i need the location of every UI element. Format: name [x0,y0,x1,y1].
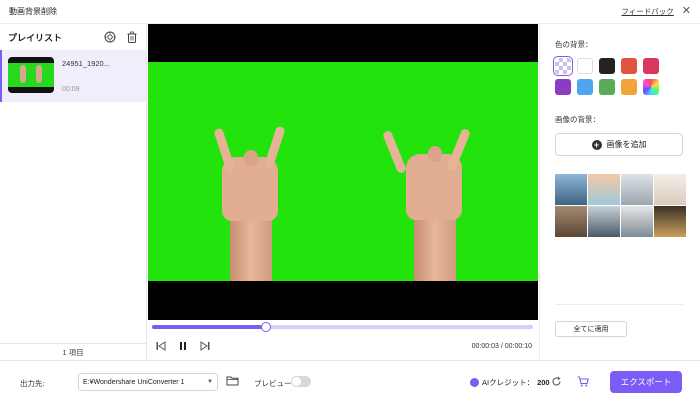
footer-bar: 出力先: E:¥Wondershare UniConverter 1 ▼ プレビ… [0,360,700,405]
next-frame-icon[interactable] [200,341,210,351]
video-preview[interactable] [148,24,538,320]
previous-frame-icon[interactable] [156,341,166,351]
background-image-modern-lobby[interactable] [621,206,653,237]
color-swatch[interactable] [599,58,615,74]
add-file-icon[interactable] [104,31,116,43]
color-swatch[interactable] [643,58,659,74]
time-display: 00:00:03 / 00:00:10 [472,343,532,350]
progress-fill [152,325,267,329]
color-swatch-grid [553,56,685,95]
pause-icon[interactable] [178,341,188,351]
green-screen-frame [148,62,538,281]
folder-icon[interactable] [226,375,239,386]
ai-credit-label: AIクレジット： [482,378,535,387]
background-image-grey-clouds[interactable] [621,174,653,205]
progress-track[interactable] [152,322,533,332]
ai-credit-display: AIクレジット： 200 [470,377,550,388]
color-swatch[interactable] [621,79,637,95]
title-bar: 動画背景削除 フィードバック ✕ [0,0,700,24]
delete-icon[interactable] [126,31,138,43]
add-image-button[interactable]: + 画像を追加 [555,133,683,156]
total-time: 00:00:10 [504,343,532,350]
ai-credit-icon [470,378,479,387]
color-background-label: 色の背景： [555,40,593,49]
playlist-title: プレイリスト [8,32,63,43]
background-image-beach-sunset[interactable] [588,174,620,205]
preview-toggle[interactable] [291,376,311,387]
transport-buttons [156,341,210,351]
feedback-link[interactable]: フィードバック [621,6,673,17]
panel-divider [555,304,683,305]
color-swatch[interactable] [599,79,615,95]
chevron-down-icon: ▼ [207,379,213,385]
background-settings-panel: 色の背景： 画像の背景： + 画像を追加 全てに適用 [539,24,700,360]
ai-credit-value: 200 [537,378,550,387]
video-duration: 00:09 [62,86,80,93]
close-icon[interactable]: ✕ [682,6,691,17]
current-time: 00:00:03 [471,343,499,350]
apply-to-all-button[interactable]: 全てに適用 [555,321,627,337]
color-swatch[interactable] [577,79,593,95]
video-file-name: 24951_1920... [62,59,110,68]
background-image-office-window[interactable] [588,206,620,237]
output-path-value: E:¥Wondershare UniConverter 1 [83,378,185,386]
playlist-header: プレイリスト [0,24,146,50]
playlist-panel: プレイリスト 24951_1920... 00:09 1 項目 [0,24,147,360]
item-count: 1 項目 [0,343,146,360]
color-swatch[interactable] [555,79,571,95]
background-image-snowy-mountains[interactable] [555,174,587,205]
color-swatch-custom[interactable] [643,79,659,95]
cart-icon[interactable] [577,376,589,387]
color-swatch-transparent[interactable] [553,56,573,76]
background-image-living-room[interactable] [555,206,587,237]
plus-circle-icon: + [591,139,602,150]
window-title: 動画背景削除 [9,7,57,16]
color-swatch[interactable] [577,58,593,74]
preview-label: プレビュー [254,379,292,388]
add-image-label: 画像を追加 [606,140,647,149]
progress-handle[interactable] [261,322,272,332]
image-background-label: 画像の背景： [555,115,600,124]
playlist-item-meta: 24951_1920... 00:09 [62,57,110,95]
video-thumbnail [8,57,54,93]
output-label: 出力先: [20,379,45,388]
playlist-item[interactable]: 24951_1920... 00:09 [0,50,146,102]
background-image-bokeh-lights[interactable] [654,206,686,237]
refresh-icon[interactable] [551,376,562,387]
background-image-gallery [555,174,686,237]
export-button[interactable]: エクスポート [610,371,682,393]
background-image-white-room[interactable] [654,174,686,205]
title-bar-actions: フィードバック ✕ [621,6,691,17]
playback-controls: 00:00:03 / 00:00:10 [148,320,538,360]
output-path-select[interactable]: E:¥Wondershare UniConverter 1 ▼ [78,373,218,391]
color-swatch[interactable] [621,58,637,74]
playlist-tools [104,31,138,43]
